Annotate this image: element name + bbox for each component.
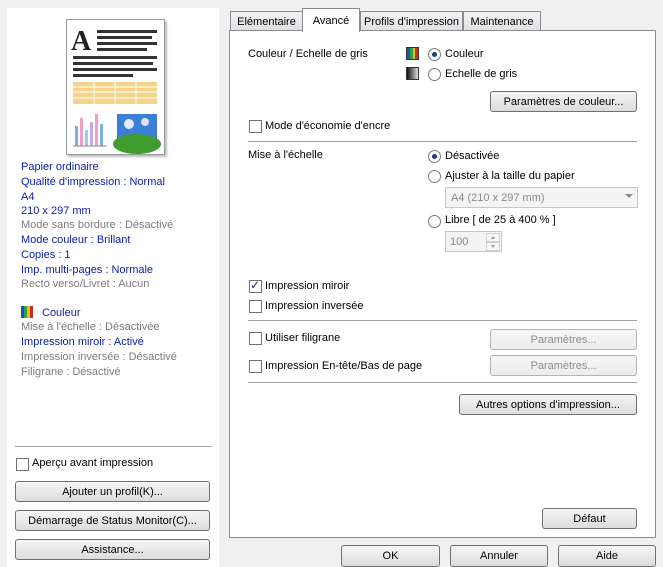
reverse-print-checkbox[interactable] — [249, 300, 262, 313]
mirror-print-checkbox[interactable] — [249, 278, 262, 293]
ok-button[interactable]: OK — [341, 545, 440, 567]
summary-reverse: Impression inversée : Désactivé — [21, 351, 177, 363]
summary-multipage: Imp. multi-pages : Normale — [21, 264, 154, 276]
color-radio[interactable] — [428, 48, 441, 61]
separator — [248, 382, 637, 383]
preview-checkbox[interactable] — [16, 458, 29, 471]
watermark-settings-button[interactable]: Paramètres... — [490, 329, 637, 350]
summary-scaling: Mise à l'échelle : Désactivée — [21, 321, 160, 333]
scaling-free-radio[interactable] — [428, 215, 441, 228]
header-footer-checkbox[interactable] — [249, 360, 262, 373]
summary-paper-size: A4 — [21, 191, 35, 203]
scaling-percent-value: 100 — [450, 235, 469, 248]
grayscale-radio[interactable] — [428, 68, 441, 81]
svg-text:A: A — [71, 26, 92, 57]
watermark-label: Utiliser filigrane — [265, 332, 341, 344]
settings-summary-panel: A Papier ordinaire Qualité d'impression … — [7, 8, 219, 567]
color-option-icon — [406, 47, 419, 60]
separator — [248, 320, 637, 321]
spin-down-icon[interactable] — [486, 242, 500, 251]
ink-saving-label: Mode d'économie d'encre — [265, 120, 391, 132]
summary-color-mode: Mode couleur : Brillant — [21, 234, 131, 246]
summary-copies: Copies : 1 — [21, 249, 71, 261]
default-button[interactable]: Défaut — [542, 508, 637, 529]
scaling-off-radio[interactable] — [428, 150, 441, 163]
other-options-button[interactable]: Autres options d'impression... — [459, 394, 637, 415]
summary-print-quality: Qualité d'impression : Normal — [21, 176, 165, 188]
reverse-print-label: Impression inversée — [265, 300, 364, 312]
tab-elementaire[interactable]: Elémentaire — [230, 11, 303, 31]
scaling-fit-label: Ajuster à la taille du papier — [445, 170, 575, 182]
summary-watermark: Filigrane : Désactivé — [21, 366, 121, 378]
separator — [248, 141, 637, 142]
spin-up-icon[interactable] — [486, 233, 500, 242]
print-preview-thumbnail: A — [66, 19, 165, 155]
status-monitor-button[interactable]: Démarrage de Status Monitor(C)... — [15, 510, 210, 531]
summary-mirror: Impression miroir : Activé — [21, 336, 144, 348]
help-button[interactable]: Aide — [558, 545, 656, 567]
scaling-label: Mise à l'échelle — [248, 149, 323, 161]
summary-duplex: Recto verso/Livret : Aucun — [21, 278, 150, 290]
tab-maintenance[interactable]: Maintenance — [463, 11, 541, 31]
color-grayscale-label: Couleur / Echelle de gris — [248, 48, 368, 60]
scaling-free-label: Libre [ de 25 à 400 % ] — [445, 214, 556, 226]
preview-checkbox-label: Aperçu avant impression — [32, 457, 154, 469]
summary-color-label: Couleur — [42, 307, 81, 319]
assistance-button[interactable]: Assistance... — [15, 539, 210, 560]
header-footer-label: Impression En-tête/Bas de page — [265, 360, 423, 372]
paper-size-select[interactable]: A4 (210 x 297 mm) — [445, 187, 638, 208]
scaling-percent-stepper[interactable]: 100 — [445, 231, 502, 252]
grayscale-option-icon — [406, 67, 419, 80]
scaling-fit-radio[interactable] — [428, 170, 441, 183]
tab-avance[interactable]: Avancé — [302, 8, 360, 32]
header-footer-settings-button[interactable]: Paramètres... — [490, 355, 637, 376]
cancel-button[interactable]: Annuler — [450, 545, 548, 567]
left-divider — [15, 446, 212, 447]
add-profile-button[interactable]: Ajouter un profil(K)... — [15, 481, 210, 502]
watermark-checkbox[interactable] — [249, 332, 262, 345]
chevron-down-icon — [625, 194, 633, 198]
grayscale-radio-label: Echelle de gris — [445, 68, 518, 80]
color-mode-icon — [21, 306, 33, 318]
ink-saving-checkbox[interactable] — [249, 120, 262, 133]
summary-paper-dimensions: 210 x 297 mm — [21, 205, 91, 217]
summary-borderless: Mode sans bordure : Désactivé — [21, 219, 174, 231]
mirror-print-label: Impression miroir — [265, 280, 350, 292]
scaling-off-label: Désactivée — [445, 150, 500, 162]
preview-page-image: A — [71, 26, 161, 154]
paper-size-select-value: A4 (210 x 297 mm) — [451, 191, 545, 204]
tab-profils-impression[interactable]: Profils d'impression — [360, 11, 463, 31]
color-settings-button[interactable]: Paramètres de couleur... — [490, 91, 637, 112]
color-radio-label: Couleur — [445, 48, 484, 60]
summary-paper-type: Papier ordinaire — [21, 161, 99, 173]
